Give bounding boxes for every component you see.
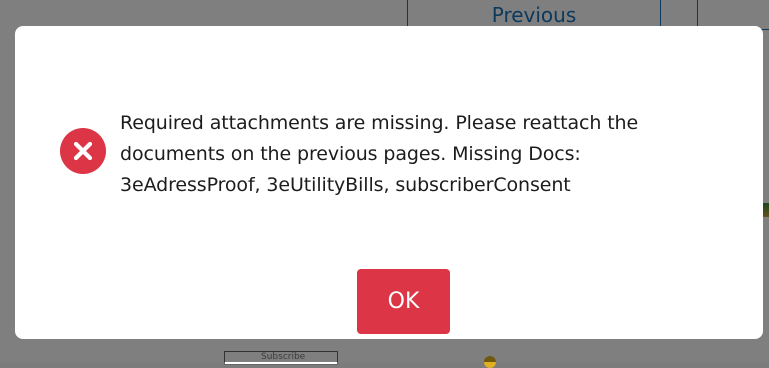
x-mark-icon xyxy=(73,141,93,161)
error-circle-x-icon xyxy=(60,128,106,174)
dialog-message-line: Required attachments are missing. Please… xyxy=(120,112,639,134)
dialog-message: Required attachments are missing. Please… xyxy=(120,108,720,201)
dialog-message-line: 3eAdressProof, 3eUtilityBills, subscribe… xyxy=(120,174,571,196)
dialog-message-line: documents on the previous pages. Missing… xyxy=(120,143,581,165)
ok-button[interactable]: OK xyxy=(357,269,450,334)
error-dialog: Required attachments are missing. Please… xyxy=(15,26,763,339)
